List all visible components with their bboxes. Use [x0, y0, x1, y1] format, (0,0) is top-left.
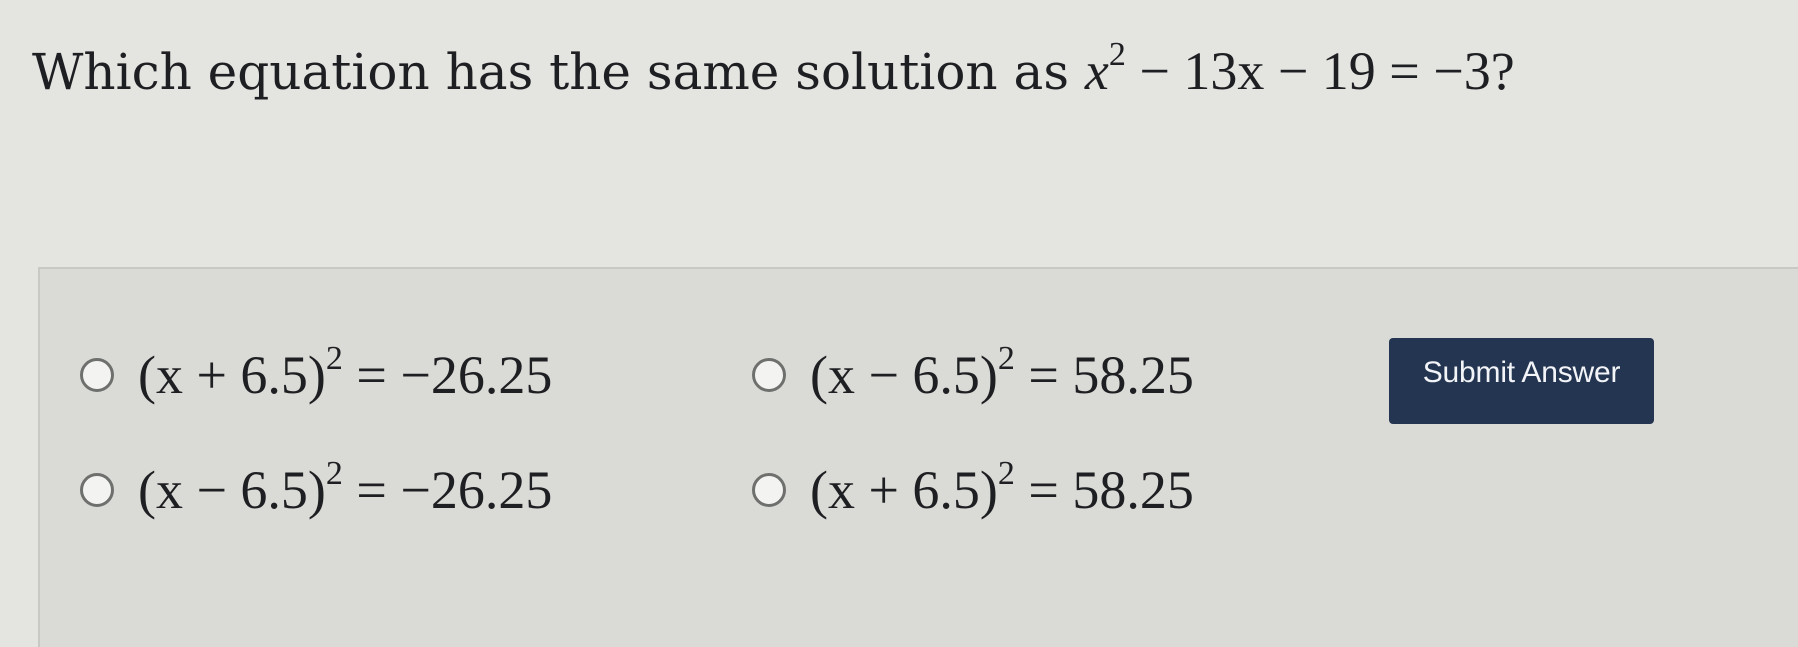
choice-d-label: (x + 6.5)2 = 58.25: [810, 457, 1194, 521]
choice-d-expression: (x + 6.5): [810, 460, 998, 520]
equation-exponent: 2: [1108, 36, 1126, 73]
choice-b-label: (x − 6.5)2 = 58.25: [810, 342, 1194, 406]
radio-icon[interactable]: [752, 473, 786, 507]
choice-a-exponent: 2: [325, 340, 343, 377]
question-mark: ?: [1490, 41, 1515, 101]
equation-rest: − 13x − 19 = −3: [1139, 41, 1491, 101]
choice-d-exponent: 2: [997, 455, 1015, 492]
choice-a[interactable]: (x + 6.5)2 = −26.25: [80, 342, 553, 406]
choice-b-value: = 58.25: [1028, 345, 1194, 405]
choice-d[interactable]: (x + 6.5)2 = 58.25: [752, 457, 1194, 521]
choice-c-expression: (x − 6.5): [138, 460, 326, 520]
choice-c-label: (x − 6.5)2 = −26.25: [138, 457, 553, 521]
choice-d-value: = 58.25: [1028, 460, 1194, 520]
choice-a-label: (x + 6.5)2 = −26.25: [138, 342, 553, 406]
radio-icon[interactable]: [80, 473, 114, 507]
choice-b-expression: (x − 6.5): [810, 345, 998, 405]
choice-c-exponent: 2: [325, 455, 343, 492]
answer-panel: (x + 6.5)2 = −26.25 (x − 6.5)2 = 58.25 (…: [38, 267, 1798, 647]
choice-c[interactable]: (x − 6.5)2 = −26.25: [80, 457, 553, 521]
equation-variable: x: [1084, 41, 1109, 101]
submit-answer-button[interactable]: Submit Answer: [1389, 338, 1654, 424]
radio-icon[interactable]: [80, 358, 114, 392]
choice-a-value: = −26.25: [356, 345, 553, 405]
radio-icon[interactable]: [752, 358, 786, 392]
choice-b[interactable]: (x − 6.5)2 = 58.25: [752, 342, 1194, 406]
question-equation: x2 − 13x − 19 = −3?: [1084, 38, 1515, 102]
question-text: Which equation has the same solution as …: [32, 38, 1515, 103]
choice-b-exponent: 2: [997, 340, 1015, 377]
question-prefix: Which equation has the same solution as: [32, 43, 1069, 101]
choice-c-value: = −26.25: [356, 460, 553, 520]
choice-a-expression: (x + 6.5): [138, 345, 326, 405]
